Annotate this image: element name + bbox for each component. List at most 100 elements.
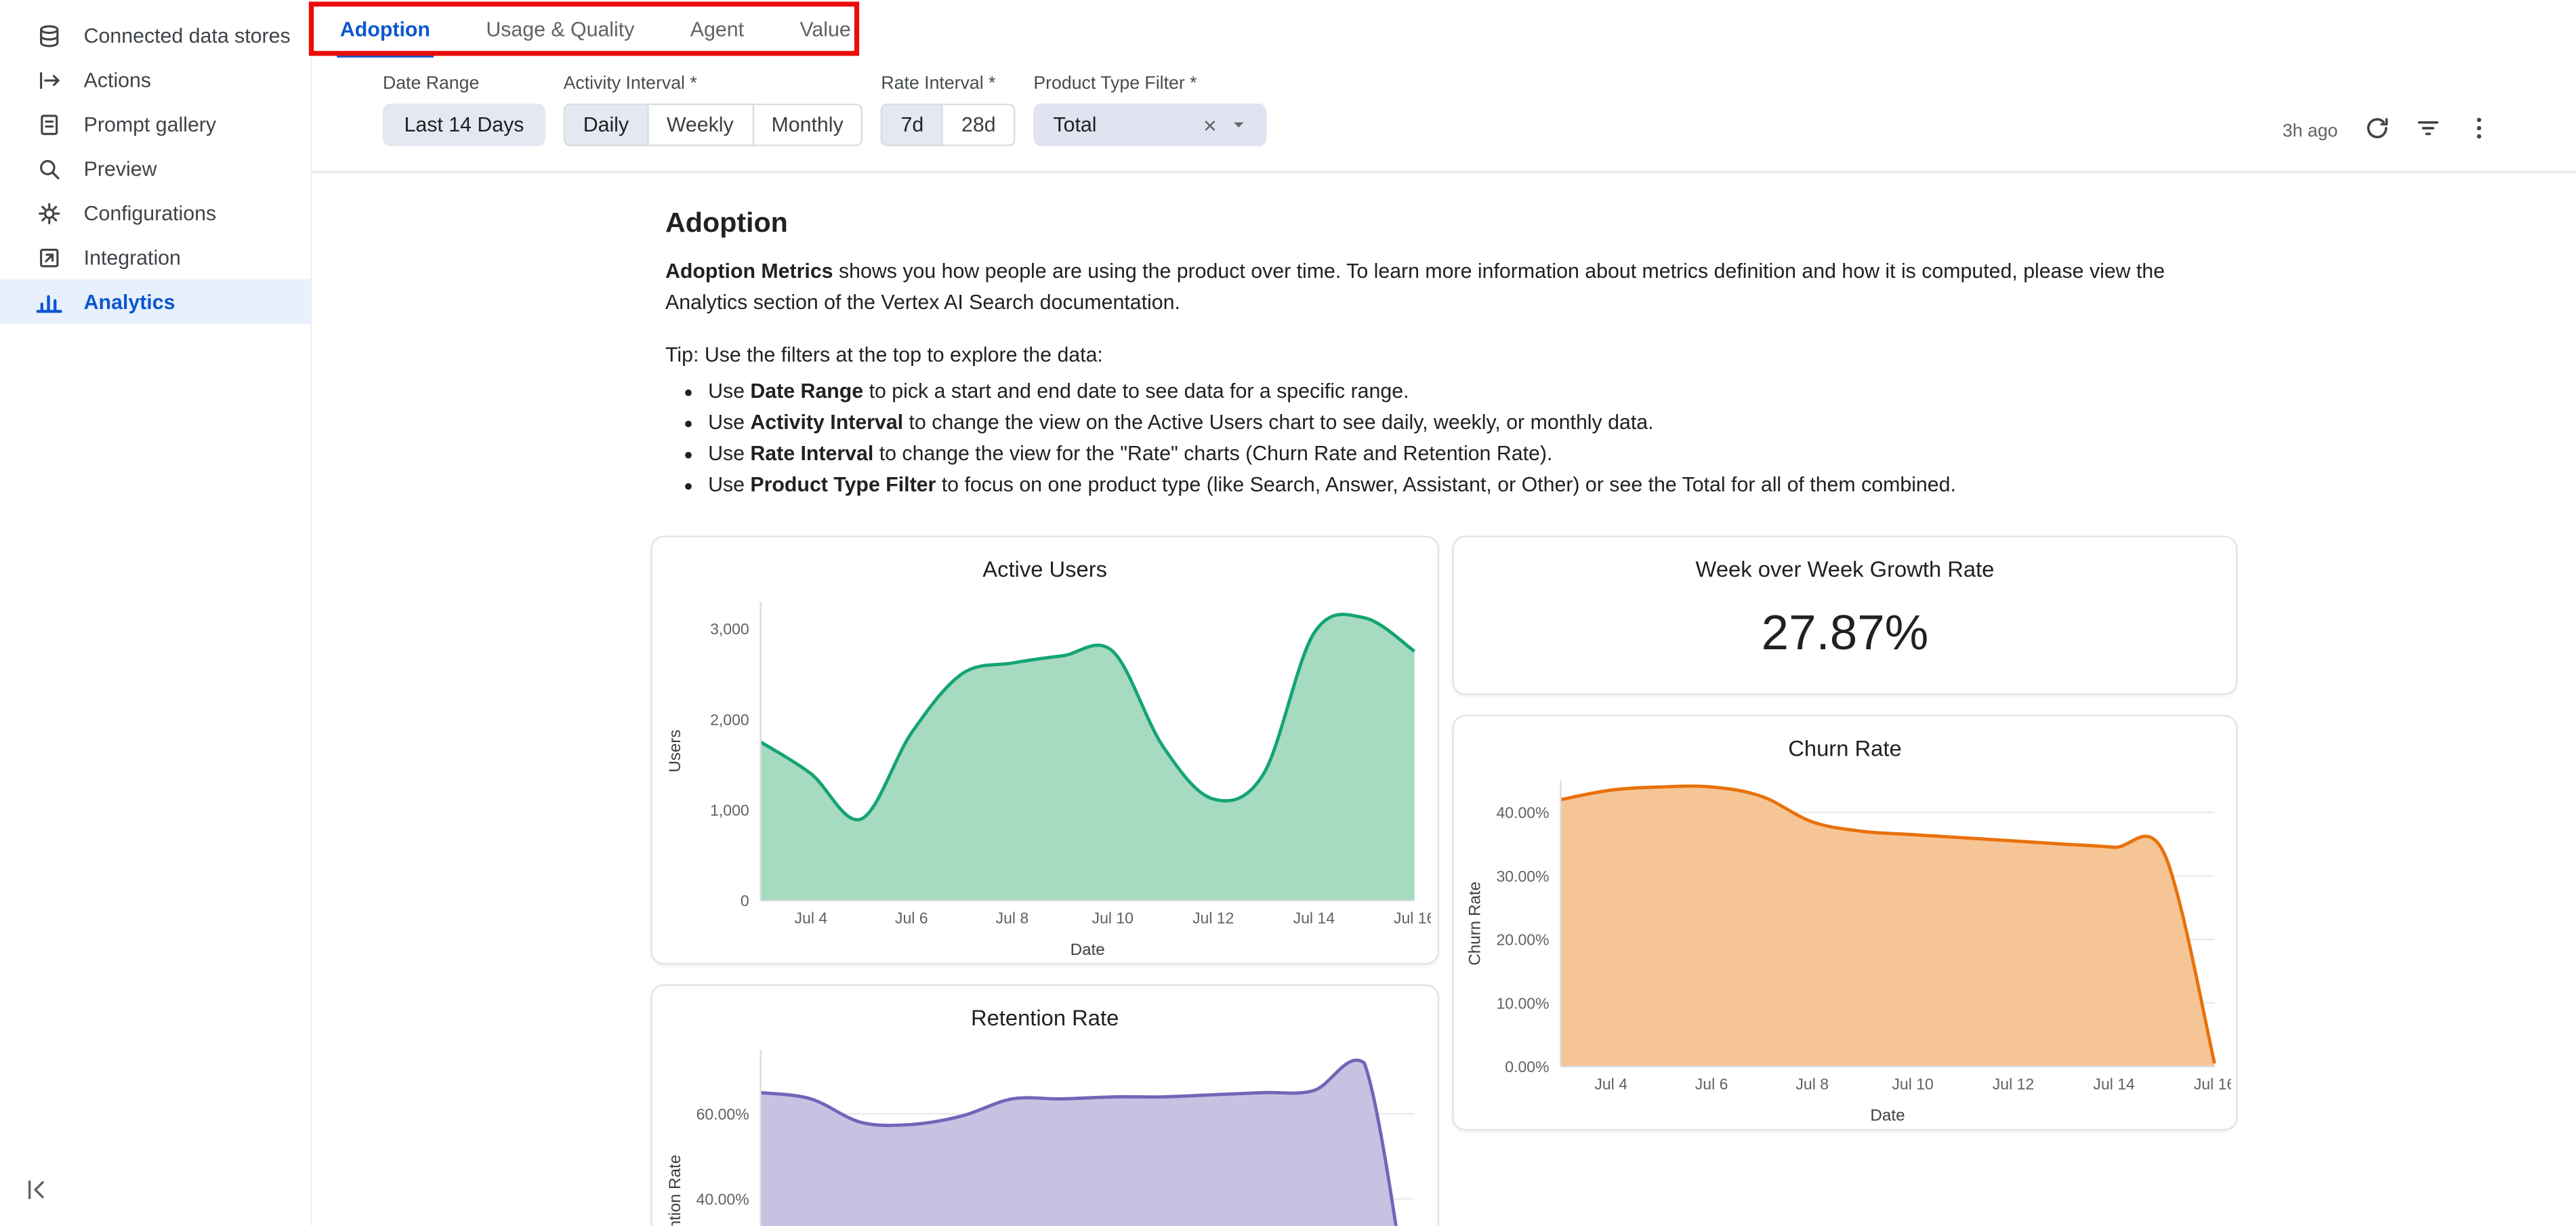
tab-usage-quality[interactable]: Usage & Quality xyxy=(482,0,638,58)
product-type-filter[interactable]: Total xyxy=(1033,104,1266,146)
sidebar-item-integration[interactable]: Integration xyxy=(0,235,310,279)
toolbar-right: 3h ago xyxy=(2283,113,2576,148)
svg-text:Jul 16: Jul 16 xyxy=(1394,910,1431,927)
churn-rate-chart: 0.00%10.00%20.00%30.00%40.00%Jul 4Jul 6J… xyxy=(1459,764,2231,1126)
sidebar-item-actions[interactable]: Actions xyxy=(0,58,310,102)
growth-rate-value: 27.87% xyxy=(1454,607,2236,662)
svg-text:Jul 14: Jul 14 xyxy=(1293,910,1335,927)
charts-right-column: Week over Week Growth Rate 27.87% Churn … xyxy=(1452,536,2237,1226)
collapse-sidebar-button[interactable] xyxy=(23,1177,56,1209)
rate-interval-28d-button[interactable]: 28d xyxy=(943,104,1015,146)
svg-text:Jul 12: Jul 12 xyxy=(1993,1076,2034,1093)
retention-rate-card: Retention Rate 0.00%20.00%40.00%60.00%Ju… xyxy=(650,985,1439,1226)
tab-adoption[interactable]: Adoption xyxy=(337,0,434,58)
filter-button[interactable] xyxy=(2413,113,2443,148)
actions-icon xyxy=(36,66,62,93)
charts-left-column: Active Users 01,0002,0003,000Jul 4Jul 6J… xyxy=(650,536,1439,1226)
tab-value[interactable]: Value xyxy=(797,0,854,58)
intro-bold: Adoption Metrics xyxy=(665,260,833,283)
date-range-button[interactable]: Last 14 Days xyxy=(383,104,545,146)
tab-label: Value xyxy=(799,17,850,40)
retention-rate-chart: 0.00%20.00%40.00%60.00%Jul 4Jul 6Jul 8Ju… xyxy=(659,1034,1431,1226)
more-options-button[interactable] xyxy=(2464,113,2494,148)
refresh-button[interactable] xyxy=(2363,113,2392,148)
rate-interval-label: Rate Interval * xyxy=(881,74,1015,94)
tips-list: Use Date Range to pick a start and end d… xyxy=(665,376,2576,500)
tab-bar: Adoption Usage & Quality Agent Value xyxy=(312,0,2576,58)
app-root: Connected data stores Actions Prompt gal… xyxy=(0,0,2576,1226)
collapse-panel-icon xyxy=(23,1181,49,1209)
svg-text:Jul 6: Jul 6 xyxy=(895,910,928,927)
intro-text: Adoption Metrics shows you how people ar… xyxy=(665,256,2185,320)
charts-grid: Active Users 01,0002,0003,000Jul 4Jul 6J… xyxy=(650,536,2576,1226)
sidebar-item-preview[interactable]: Preview xyxy=(0,146,310,190)
sidebar-item-label: Analytics xyxy=(84,290,175,313)
sidebar-item-label: Configurations xyxy=(84,201,216,224)
tab-label: Adoption xyxy=(340,17,430,40)
svg-text:Jul 8: Jul 8 xyxy=(996,910,1029,927)
sidebar-item-label: Actions xyxy=(84,68,151,91)
activity-interval-daily-button[interactable]: Daily xyxy=(564,104,649,146)
tab-agent[interactable]: Agent xyxy=(687,0,747,58)
svg-text:Jul 10: Jul 10 xyxy=(1092,910,1134,927)
chart-title: Churn Rate xyxy=(1454,737,2236,761)
svg-text:Jul 14: Jul 14 xyxy=(2093,1076,2135,1093)
activity-interval-monthly-button[interactable]: Monthly xyxy=(753,104,863,146)
list-item: Use Activity Interval to change the view… xyxy=(708,407,2576,437)
svg-text:60.00%: 60.00% xyxy=(697,1106,749,1124)
list-item: Use Date Range to pick a start and end d… xyxy=(708,376,2576,406)
svg-text:30.00%: 30.00% xyxy=(1496,867,1549,885)
svg-text:Date: Date xyxy=(1870,1107,1905,1125)
refresh-icon xyxy=(2364,115,2390,146)
chart-title: Active Users xyxy=(652,558,1438,582)
list-item: Use Rate Interval to change the view for… xyxy=(708,438,2576,468)
data-stores-icon xyxy=(36,22,62,49)
activity-interval-weekly-button[interactable]: Weekly xyxy=(648,104,753,146)
product-type-value: Total xyxy=(1053,113,1196,136)
more-vertical-icon xyxy=(2466,115,2493,146)
activity-interval-group: Activity Interval * Daily Weekly Monthly xyxy=(564,74,863,146)
svg-text:40.00%: 40.00% xyxy=(1496,804,1549,822)
filter-list-icon xyxy=(2415,115,2441,146)
product-type-filter-group: Product Type Filter * Total xyxy=(1033,74,1266,146)
chart-title: Retention Rate xyxy=(652,1006,1438,1031)
date-range-group: Date Range Last 14 Days xyxy=(383,74,545,146)
svg-text:1,000: 1,000 xyxy=(710,802,749,819)
churn-rate-card: Churn Rate 0.00%10.00%20.00%30.00%40.00%… xyxy=(1452,715,2237,1130)
analytics-icon xyxy=(36,289,62,315)
active-users-card: Active Users 01,0002,0003,000Jul 4Jul 6J… xyxy=(650,536,1439,965)
svg-text:Jul 4: Jul 4 xyxy=(1594,1076,1627,1093)
chart-title: Week over Week Growth Rate xyxy=(1454,558,2236,582)
svg-text:Churn Rate: Churn Rate xyxy=(1466,882,1484,966)
clear-filter-icon[interactable] xyxy=(1196,116,1224,134)
preview-icon xyxy=(36,155,62,182)
prompt-gallery-icon xyxy=(36,111,62,138)
svg-text:40.00%: 40.00% xyxy=(697,1191,749,1208)
filter-toolbar: Date Range Last 14 Days Activity Interva… xyxy=(312,58,2576,171)
sidebar-item-connected-data-stores[interactable]: Connected data stores xyxy=(0,13,310,57)
active-users-chart: 01,0002,0003,000Jul 4Jul 6Jul 8Jul 10Jul… xyxy=(659,586,1431,960)
svg-text:Jul 6: Jul 6 xyxy=(1695,1076,1728,1093)
rate-interval-segmented: 7d 28d xyxy=(881,104,1015,146)
svg-text:3,000: 3,000 xyxy=(710,621,749,638)
sidebar-item-prompt-gallery[interactable]: Prompt gallery xyxy=(0,102,310,146)
activity-interval-label: Activity Interval * xyxy=(564,74,863,94)
header: Adoption Usage & Quality Agent Value Dat… xyxy=(312,0,2576,171)
svg-text:10.00%: 10.00% xyxy=(1496,995,1549,1013)
tab-label: Agent xyxy=(690,17,744,40)
svg-text:Jul 8: Jul 8 xyxy=(1795,1076,1829,1093)
main-area: Adoption Usage & Quality Agent Value Dat… xyxy=(312,0,2576,1226)
svg-text:0: 0 xyxy=(741,893,749,910)
list-item: Use Product Type Filter to focus on one … xyxy=(708,470,2576,500)
svg-text:Jul 10: Jul 10 xyxy=(1892,1076,1933,1093)
page-title: Adoption xyxy=(665,207,2576,240)
rate-interval-group: Rate Interval * 7d 28d xyxy=(881,74,1015,146)
sidebar-item-configurations[interactable]: Configurations xyxy=(0,190,310,234)
rate-interval-7d-button[interactable]: 7d xyxy=(881,104,943,146)
sidebar: Connected data stores Actions Prompt gal… xyxy=(0,0,312,1226)
sidebar-item-analytics[interactable]: Analytics xyxy=(0,279,310,323)
svg-text:0.00%: 0.00% xyxy=(1505,1059,1549,1076)
growth-rate-card: Week over Week Growth Rate 27.87% xyxy=(1452,536,2237,695)
svg-text:Retention Rate: Retention Rate xyxy=(666,1155,684,1225)
chevron-down-icon[interactable] xyxy=(1224,115,1254,135)
